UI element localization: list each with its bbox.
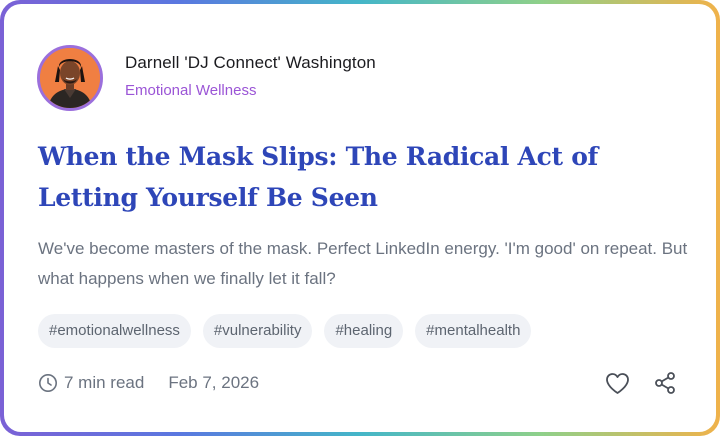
- share-button[interactable]: [652, 370, 678, 396]
- clock-icon: [38, 373, 58, 393]
- post-excerpt: We've become masters of the mask. Perfec…: [38, 239, 688, 288]
- post-card-frame: Darnell 'DJ Connect' Washington Emotiona…: [0, 0, 720, 436]
- tag-healing[interactable]: #healing: [324, 314, 404, 348]
- post-card[interactable]: Darnell 'DJ Connect' Washington Emotiona…: [4, 4, 716, 432]
- avatar-portrait-icon: [40, 48, 100, 108]
- post-title[interactable]: When the Mask Slips: The Radical Act of …: [38, 136, 688, 218]
- like-button[interactable]: [604, 370, 630, 396]
- author-info: Darnell 'DJ Connect' Washington Emotiona…: [125, 52, 376, 101]
- tag-mentalhealth[interactable]: #mentalhealth: [415, 314, 532, 348]
- author-block: Darnell 'DJ Connect' Washington Emotiona…: [37, 45, 376, 111]
- tag-list: #emotionalwellness #vulnerability #heali…: [38, 314, 532, 348]
- post-date: Feb 7, 2026: [168, 373, 260, 392]
- tag-vulnerability[interactable]: #vulnerability: [202, 314, 313, 348]
- avatar[interactable]: [37, 45, 103, 111]
- author-name[interactable]: Darnell 'DJ Connect' Washington: [125, 52, 376, 74]
- post-actions: [604, 370, 678, 396]
- tag-emotionalwellness[interactable]: #emotionalwellness: [38, 314, 191, 348]
- share-icon: [655, 372, 675, 394]
- read-time: 7 min read: [64, 373, 145, 392]
- post-category[interactable]: Emotional Wellness: [125, 81, 376, 101]
- heart-icon: [605, 372, 629, 394]
- post-meta: 7 min read Feb 7, 2026: [38, 373, 259, 393]
